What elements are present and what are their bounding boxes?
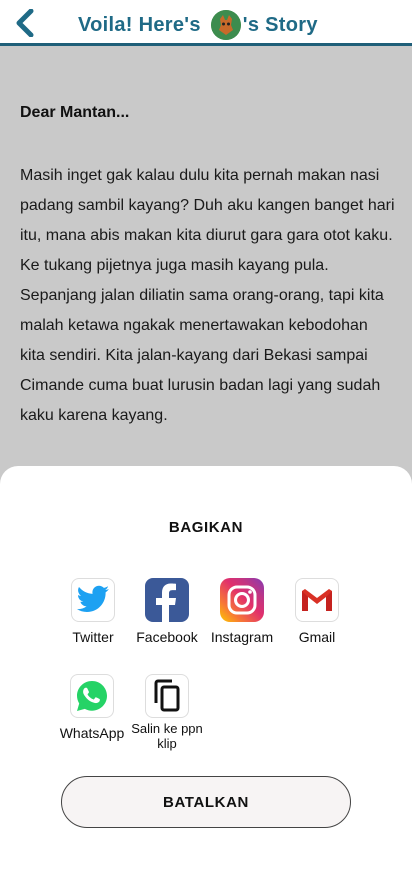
share-sheet: BAGIKAN Twitter Facebook Instagram Gmail…: [0, 466, 412, 870]
whatsapp-icon: [70, 674, 114, 718]
share-label-twitter: Twitter: [72, 629, 114, 645]
share-label-copy: Salin ke ppn klip: [131, 721, 203, 751]
cancel-button[interactable]: BATALKAN: [61, 776, 351, 828]
story-greeting: Dear Mantan...: [20, 104, 130, 121]
instagram-icon: [220, 578, 264, 622]
back-button[interactable]: [10, 7, 40, 39]
story-body: Masih inget gak kalau dulu kita pernah m…: [20, 167, 395, 424]
page-title: Voila! Here's 's Story: [78, 10, 318, 40]
share-label-facebook: Facebook: [136, 629, 198, 645]
share-facebook-button[interactable]: Facebook: [125, 578, 209, 645]
share-label-whatsapp: WhatsApp: [59, 725, 125, 741]
gmail-icon: [295, 578, 339, 622]
share-gmail-button[interactable]: Gmail: [275, 578, 359, 645]
share-label-instagram: Instagram: [210, 629, 274, 645]
share-copy-button[interactable]: Salin ke ppn klip: [125, 674, 209, 751]
app-header: Voila! Here's 's Story: [0, 0, 412, 46]
title-suffix: 's Story: [242, 13, 318, 36]
share-whatsapp-button[interactable]: WhatsApp: [50, 674, 134, 741]
share-twitter-button[interactable]: Twitter: [51, 578, 135, 645]
copy-icon: [145, 674, 189, 718]
twitter-icon: [71, 578, 115, 622]
facebook-icon: [145, 578, 189, 622]
avatar-icon: [210, 10, 241, 40]
title-prefix: Voila! Here's: [78, 13, 201, 36]
share-sheet-title: BAGIKAN: [168, 519, 244, 536]
share-instagram-button[interactable]: Instagram: [200, 578, 284, 645]
share-label-gmail: Gmail: [298, 629, 336, 645]
story-content: Dear Mantan... Masih inget gak kalau dul…: [0, 46, 412, 476]
avatar: [210, 10, 241, 40]
chevron-left-icon: [16, 9, 34, 37]
